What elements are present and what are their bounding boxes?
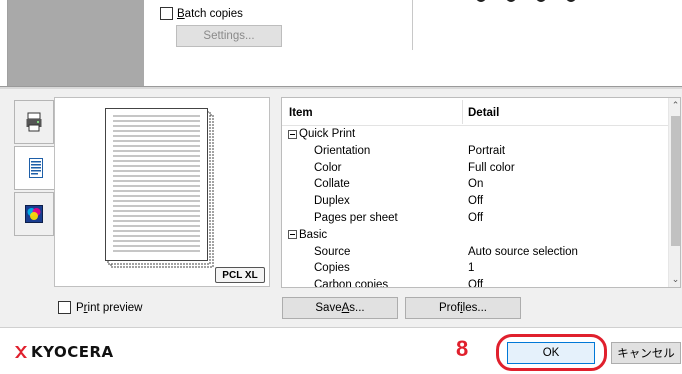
table-scrollbar[interactable]: ⌃ ⌄ xyxy=(668,98,680,287)
page-stack-preview xyxy=(105,108,214,268)
step-number-callout: 8 xyxy=(456,336,469,361)
table-row[interactable]: Carbon copies Off xyxy=(282,277,668,288)
table-header: Item Detail xyxy=(282,98,668,126)
row-item: Duplex xyxy=(314,195,350,208)
bottom-separator xyxy=(0,327,682,328)
row-item: Color xyxy=(314,161,342,174)
scroll-up-icon[interactable]: ⌃ xyxy=(669,98,680,112)
table-row[interactable]: Collate On xyxy=(282,176,668,193)
color-palette-icon xyxy=(25,205,43,223)
collapse-icon[interactable] xyxy=(288,230,297,240)
batch-copies-row[interactable]: Batch copies xyxy=(160,7,243,20)
row-item: Collate xyxy=(314,178,350,191)
collapse-icon[interactable] xyxy=(288,129,297,139)
table-row-group[interactable]: Basic xyxy=(282,227,668,244)
row-detail: On xyxy=(468,178,484,191)
print-preview-panel: PCL XL xyxy=(54,97,270,287)
left-edge xyxy=(0,0,8,88)
row-detail: Portrait xyxy=(468,144,506,157)
column-header-item[interactable]: Item xyxy=(289,107,313,119)
cancel-button[interactable]: キャンセル xyxy=(611,342,681,364)
profiles-button[interactable]: Prof i les... xyxy=(405,297,521,319)
row-item: Basic xyxy=(299,228,328,241)
table-row[interactable]: Orientation Portrait xyxy=(282,143,668,160)
settings-button[interactable]: Settings... xyxy=(176,25,282,47)
row-detail: Off xyxy=(468,279,484,288)
document-icon xyxy=(28,158,43,178)
row-item: Orientation xyxy=(314,144,371,157)
table-row[interactable]: Duplex Off xyxy=(282,193,668,210)
row-detail: Full color xyxy=(468,161,515,174)
thumbnail-placeholder xyxy=(8,0,144,86)
row-detail: 1 xyxy=(468,262,475,275)
table-row[interactable]: Pages per sheet Off xyxy=(282,210,668,227)
kyocera-mark-icon xyxy=(15,346,27,358)
batch-copies-label: Batch copies xyxy=(177,7,243,20)
tab-color[interactable] xyxy=(14,192,54,236)
save-as-button[interactable]: Save As... xyxy=(282,297,398,319)
row-detail: Auto source selection xyxy=(468,245,578,258)
table-row[interactable]: Color Full color xyxy=(282,160,668,177)
row-detail: Off xyxy=(468,211,484,224)
row-item: Source xyxy=(314,245,351,258)
row-detail: Off xyxy=(468,195,484,208)
vertical-divider xyxy=(412,0,413,50)
scrollbar-thumb[interactable] xyxy=(671,116,680,246)
row-item: Carbon copies xyxy=(314,279,389,288)
print-preview-checkbox[interactable] xyxy=(58,301,71,314)
print-preview-label: Print preview xyxy=(76,301,143,314)
table-row-group[interactable]: Quick Print xyxy=(282,126,668,143)
scroll-down-icon[interactable]: ⌄ xyxy=(669,272,680,286)
table-rows: Quick Print Orientation Portrait Color F… xyxy=(282,126,668,288)
column-header-detail[interactable]: Detail xyxy=(468,107,499,119)
batch-copies-checkbox[interactable] xyxy=(160,7,173,20)
settings-summary-table[interactable]: Item Detail Quick Print Orientation Port… xyxy=(281,97,681,288)
column-separator[interactable] xyxy=(462,100,463,124)
row-item: Copies xyxy=(314,262,350,275)
tab-document[interactable] xyxy=(14,146,56,190)
side-tab-strip xyxy=(14,100,56,240)
printer-icon xyxy=(26,112,42,132)
decorative-arcs xyxy=(476,0,576,2)
pcl-xl-badge: PCL XL xyxy=(215,267,265,283)
brand-wordmark: KYOCERA xyxy=(31,343,114,361)
print-preview-toggle[interactable]: Print preview xyxy=(58,301,142,314)
kyocera-logo: KYOCERA xyxy=(14,343,114,361)
row-item: Pages per sheet xyxy=(314,211,398,224)
table-row[interactable]: Copies 1 xyxy=(282,260,668,277)
table-row[interactable]: Source Auto source selection xyxy=(282,244,668,261)
ok-button[interactable]: OK xyxy=(507,342,595,364)
tab-printer[interactable] xyxy=(14,100,54,144)
row-item: Quick Print xyxy=(299,128,356,140)
top-settings-area: Batch copies Settings... xyxy=(0,0,682,88)
